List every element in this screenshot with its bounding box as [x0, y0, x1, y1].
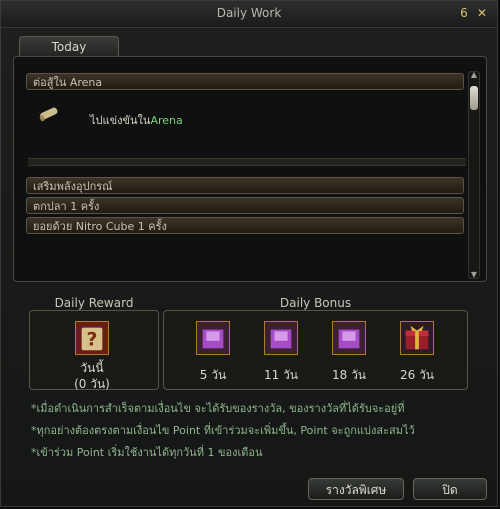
quest-text: ไปแข่งขันใน [90, 114, 151, 127]
close-icon[interactable]: ✕ [475, 5, 489, 21]
quest-item-enhance[interactable]: เสริมพลังอุปกรณ์ [26, 177, 464, 194]
scroll-up-icon[interactable]: ▲ [469, 70, 479, 80]
scroll-icon [39, 107, 58, 122]
daily-bonus-title: Daily Bonus [279, 296, 352, 310]
info-line-1: *เมื่อดำเนินการสำเร็จตามเงื่อนไข จะได้รั… [31, 402, 405, 415]
question-scroll-icon[interactable]: ? [75, 321, 109, 355]
purple-box-icon[interactable] [332, 321, 366, 355]
quest-highlight: Arena [150, 114, 183, 127]
daily-reward-panel: ? วันนี้ (0 วัน) [29, 310, 159, 391]
quest-item-fishing[interactable]: ตกปลา 1 ครั้ง [26, 197, 464, 214]
quest-entry-arena: ไปแข่งขันในArena [36, 103, 456, 133]
close-button[interactable]: ปิด [413, 478, 487, 500]
daily-work-window: Daily Work 6 ✕ Today ต่อสู้ใน Arena ไปแข… [0, 0, 498, 507]
purple-box-icon[interactable] [196, 321, 230, 355]
bonus-day-5: 5 วัน [199, 368, 227, 382]
quest-item-nitro[interactable]: ยอยด้วย Nitro Cube 1 ครั้ง [26, 217, 464, 234]
gift-box-icon[interactable] [400, 321, 434, 355]
bonus-day-26: 26 วัน [399, 368, 435, 382]
bonus-day-18: 18 วัน [331, 368, 367, 382]
window-title: Daily Work [216, 6, 282, 20]
quest-list: ต่อสู้ใน Arena ไปแข่งขันในArena เสริมพลั… [13, 56, 487, 282]
purple-box-icon[interactable] [264, 321, 298, 355]
divider [28, 158, 466, 166]
lock-icon[interactable]: 6 [457, 5, 471, 21]
info-line-2: *ทุกอย่างต้องตรงตามเงื่อนไข Point ที่เข้… [31, 424, 415, 437]
scroll-down-icon[interactable]: ▼ [469, 270, 479, 280]
title-bar[interactable]: Daily Work 6 ✕ [1, 1, 497, 28]
daily-bonus-panel: 5 วัน 11 วัน 18 วัน 26 วัน [163, 310, 468, 390]
quest-description: ไปแข่งขันในArena [90, 111, 183, 129]
tab-today[interactable]: Today [19, 36, 119, 57]
reward-day-count: (0 วัน) [74, 377, 110, 391]
svg-text:?: ? [87, 330, 98, 351]
daily-reward-title: Daily Reward [54, 296, 134, 310]
scrollbar[interactable]: ▲ ▼ [468, 70, 480, 280]
quest-header-arena[interactable]: ต่อสู้ใน Arena [26, 73, 464, 90]
bonus-day-11: 11 วัน [263, 368, 299, 382]
info-line-3: *เข้าร่วม Point เริ่มใช้งานได้ทุกวันที่ … [31, 446, 263, 459]
scroll-thumb[interactable] [470, 86, 478, 110]
special-reward-button[interactable]: รางวัลพิเศษ [308, 478, 404, 500]
